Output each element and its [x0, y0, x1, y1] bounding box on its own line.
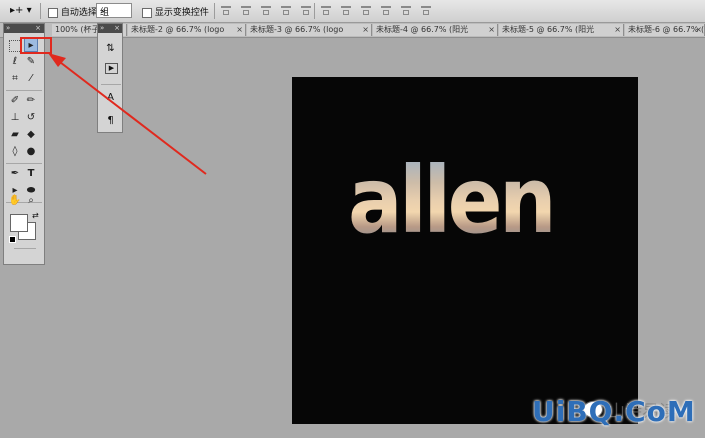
watermark-site: UiBQ.CoM: [532, 395, 696, 428]
foreground-color-swatch[interactable]: [10, 214, 28, 232]
annotation-arrow: [48, 53, 207, 175]
